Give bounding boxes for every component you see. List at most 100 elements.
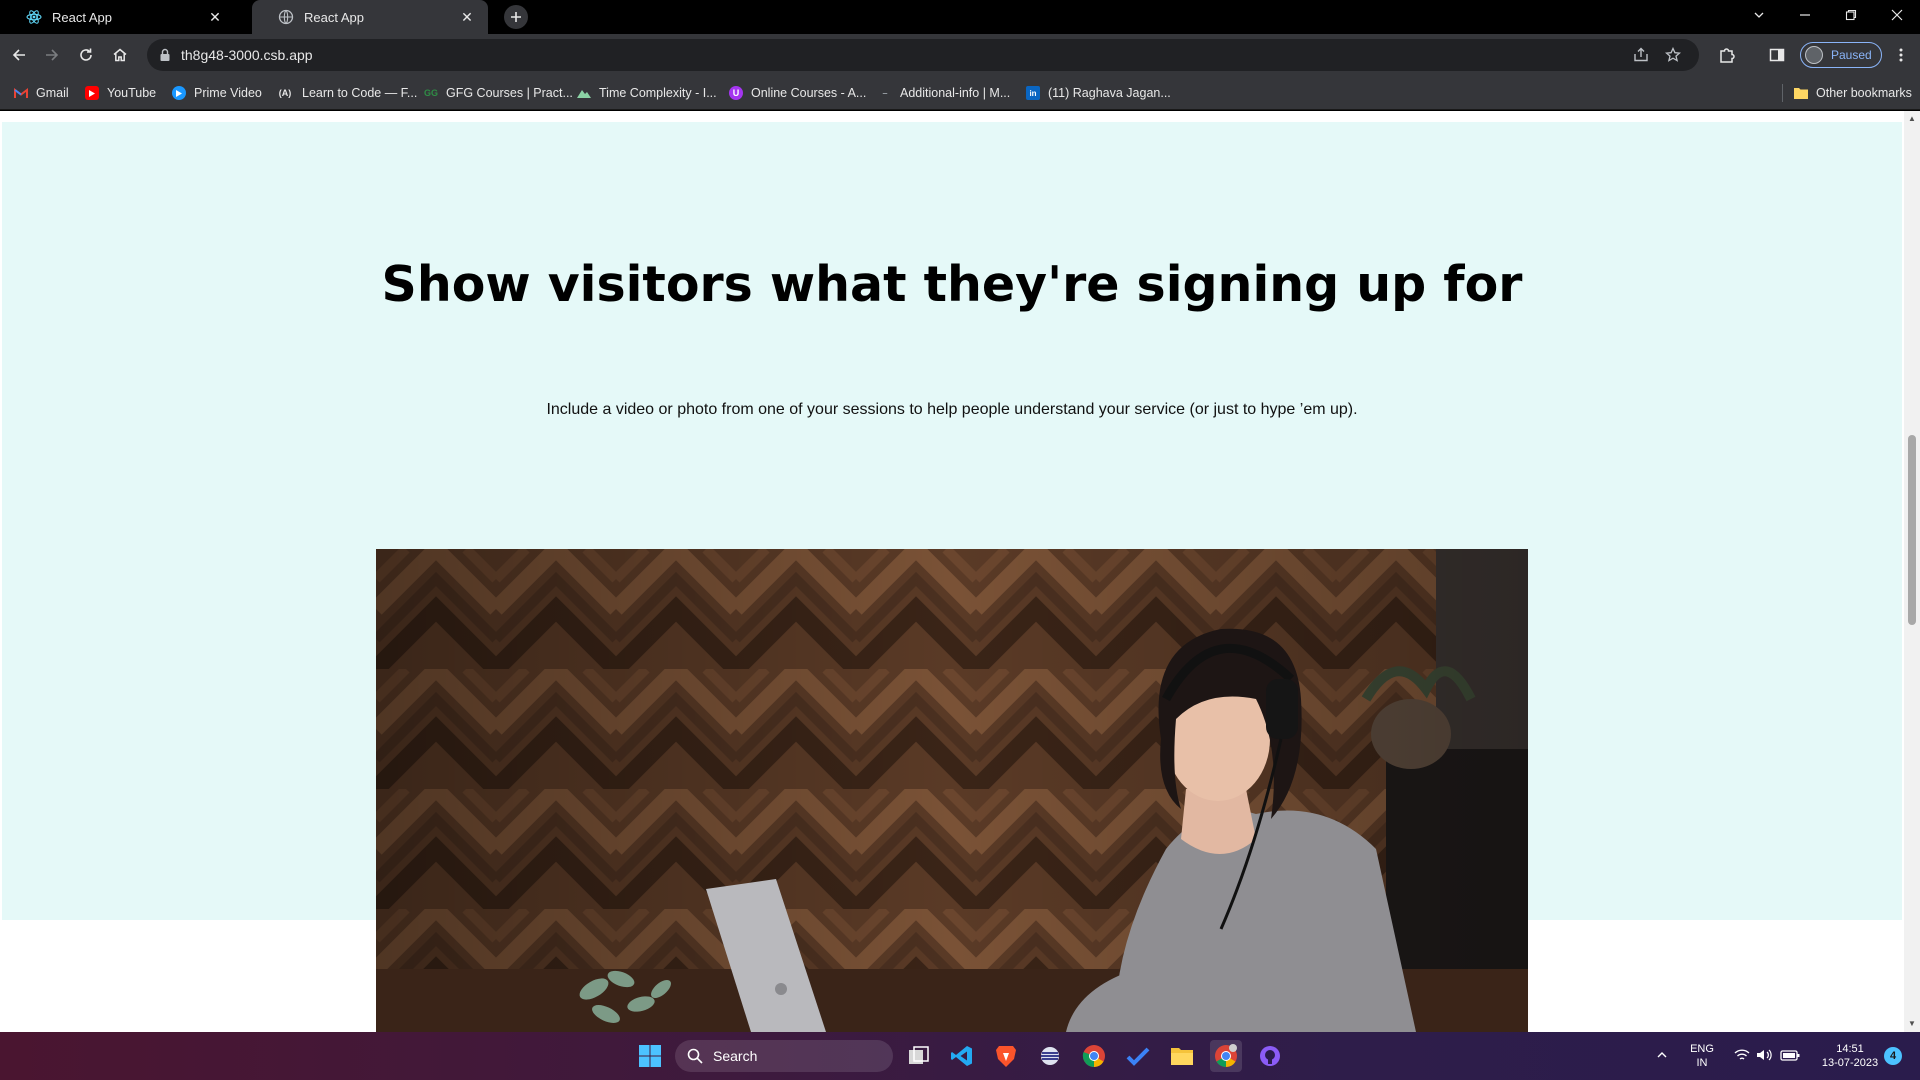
tab-title: React App — [52, 9, 112, 25]
bookmark-online-courses[interactable]: U Online Courses - A... — [729, 84, 866, 102]
vscode-icon — [950, 1044, 974, 1068]
notification-badge[interactable]: 4 — [1884, 1047, 1902, 1065]
github-taskbar-item[interactable] — [1254, 1040, 1286, 1072]
minimize-button[interactable] — [1782, 0, 1828, 30]
menu-button[interactable] — [1886, 40, 1916, 70]
chrome-taskbar-item[interactable] — [1078, 1040, 1110, 1072]
page-viewport: Show visitors what they're signing up fo… — [0, 111, 1904, 1032]
windows-taskbar: Search ENG IN 14:51 13-07-2023 4 — [0, 1032, 1920, 1080]
tab-react-app-2[interactable]: React App ✕ — [252, 0, 488, 34]
hero-subtitle: Include a video or photo from one of you… — [546, 401, 1358, 418]
extensions-button[interactable] — [1712, 40, 1742, 70]
chrome-active-taskbar-item[interactable] — [1210, 1040, 1242, 1072]
reload-button[interactable] — [71, 40, 101, 70]
windows-icon — [638, 1044, 662, 1068]
clock[interactable]: 14:51 13-07-2023 — [1810, 1042, 1890, 1070]
task-view-icon — [908, 1046, 930, 1066]
close-icon[interactable]: ✕ — [458, 8, 476, 26]
profile-status: Paused — [1831, 48, 1872, 62]
new-tab-button[interactable] — [504, 5, 528, 29]
restore-button[interactable] — [1828, 0, 1874, 30]
youtube-icon — [85, 86, 99, 100]
arrow-right-icon — [44, 47, 60, 63]
page-scrollbar[interactable]: ▲ ▼ — [1904, 111, 1920, 1032]
scroll-down-arrow-icon[interactable]: ▼ — [1908, 1020, 1916, 1028]
tab-react-app-1[interactable]: React App ✕ — [0, 0, 236, 34]
profile-button[interactable]: Paused — [1800, 42, 1882, 68]
planet-icon — [1038, 1044, 1062, 1068]
github-icon — [1259, 1045, 1281, 1067]
search-icon — [687, 1048, 703, 1064]
browser-toolbar: th8g48-3000.csb.app Paused — [0, 34, 1920, 76]
checkmark-icon — [1126, 1044, 1150, 1068]
home-button[interactable] — [105, 40, 135, 70]
restore-icon — [1845, 9, 1857, 21]
minimize-icon — [1799, 9, 1811, 21]
start-button[interactable] — [634, 1040, 666, 1072]
close-window-button[interactable] — [1874, 0, 1920, 30]
plus-icon — [510, 11, 522, 23]
scroll-up-arrow-icon[interactable]: ▲ — [1908, 115, 1916, 123]
chrome-profile-icon — [1214, 1044, 1238, 1068]
folder-icon — [1170, 1045, 1194, 1067]
star-icon[interactable] — [1665, 47, 1681, 63]
bookmark-additional-info[interactable]: – Additional-info | M... — [878, 84, 1010, 102]
tab-search-button[interactable] — [1736, 0, 1782, 30]
bookmarks-divider — [1782, 84, 1783, 102]
bookmark-gmail[interactable]: Gmail — [14, 84, 69, 102]
linkedin-icon: in — [1026, 86, 1040, 100]
tab-title: React App — [304, 9, 364, 25]
react-icon — [26, 9, 42, 25]
brave-icon — [995, 1044, 1017, 1068]
bookmark-linkedin[interactable]: in (11) Raghava Jagan... — [1026, 84, 1171, 102]
bookmark-gfg[interactable]: GG GFG Courses | Pract... — [424, 84, 573, 102]
gmail-icon — [14, 86, 28, 100]
scrollbar-thumb[interactable] — [1908, 435, 1916, 625]
bookmark-youtube[interactable]: YouTube — [85, 84, 156, 102]
online-courses-icon: U — [729, 86, 743, 100]
prime-video-icon — [172, 86, 186, 100]
bookmark-freecodecamp[interactable]: (A) Learn to Code — F... — [276, 84, 418, 102]
language-indicator[interactable]: ENG IN — [1686, 1042, 1718, 1070]
hero-image — [376, 549, 1528, 1032]
folder-icon — [1794, 86, 1808, 100]
task-view-button[interactable] — [903, 1040, 935, 1072]
close-icon — [1891, 9, 1903, 21]
avatar — [1805, 46, 1823, 64]
other-bookmarks-folder[interactable]: Other bookmarks — [1794, 84, 1912, 102]
back-button[interactable] — [4, 40, 34, 70]
gfg-icon: GG — [424, 88, 439, 98]
taskbar-search[interactable]: Search — [675, 1040, 893, 1072]
reload-icon — [78, 47, 94, 63]
puzzle-icon — [1718, 46, 1736, 64]
kebab-menu-icon — [1899, 48, 1903, 62]
freecodecamp-icon: (A) — [278, 88, 292, 98]
side-panel-button[interactable] — [1762, 40, 1792, 70]
mountain-icon — [577, 86, 591, 100]
app-taskbar-item[interactable] — [1034, 1040, 1066, 1072]
bookmarks-bar: Gmail YouTube Prime Video (A) Learn to C… — [0, 76, 1920, 110]
forward-button[interactable] — [37, 40, 67, 70]
address-bar[interactable]: th8g48-3000.csb.app — [147, 39, 1699, 71]
close-icon[interactable]: ✕ — [206, 8, 224, 26]
globe-icon — [278, 9, 294, 25]
volume-icon[interactable] — [1756, 1048, 1772, 1066]
bookmark-prime-video[interactable]: Prime Video — [172, 84, 262, 102]
dash-icon: – — [882, 88, 888, 98]
hero-title: Show visitors what they're signing up fo… — [381, 256, 1523, 313]
side-panel-icon — [1769, 47, 1785, 63]
tab-strip: React App ✕ React App ✕ — [0, 0, 1920, 34]
file-explorer-taskbar-item[interactable] — [1166, 1040, 1198, 1072]
arrow-left-icon — [11, 47, 27, 63]
chevron-up-icon[interactable] — [1656, 1049, 1668, 1065]
home-icon — [112, 47, 128, 63]
vscode-taskbar-item[interactable] — [946, 1040, 978, 1072]
battery-icon[interactable] — [1780, 1048, 1800, 1066]
brave-taskbar-item[interactable] — [990, 1040, 1022, 1072]
chevron-down-icon — [1753, 9, 1765, 21]
share-icon[interactable] — [1633, 47, 1649, 63]
url-text: th8g48-3000.csb.app — [181, 47, 313, 63]
bookmark-time-complexity[interactable]: Time Complexity - I... — [577, 84, 717, 102]
wifi-icon[interactable] — [1734, 1048, 1750, 1066]
todo-taskbar-item[interactable] — [1122, 1040, 1154, 1072]
